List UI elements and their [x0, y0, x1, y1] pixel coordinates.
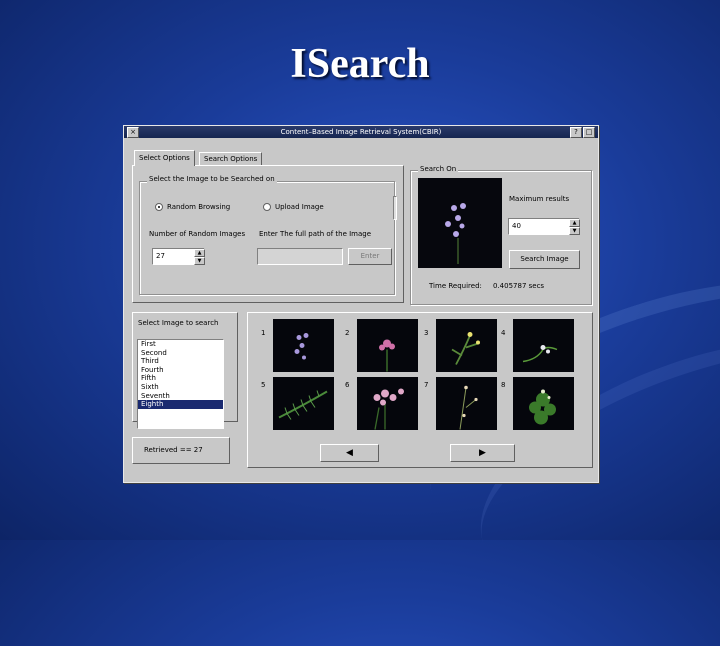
maximize-icon[interactable]: □ — [583, 127, 595, 138]
list-label: Select Image to search — [138, 319, 219, 327]
tab-label: Search Options — [204, 155, 258, 163]
retrieved-panel: Retrieved == 27 — [132, 437, 230, 464]
arrow-left-icon[interactable]: ◀ — [320, 444, 379, 462]
result-number: 2 — [345, 329, 350, 337]
tab-search-options[interactable]: Search Options — [199, 152, 263, 166]
spin-down-icon[interactable]: ▼ — [194, 257, 205, 265]
app-window: Content–Based Image Retrieval System(CBI… — [123, 125, 599, 483]
flower-graphic — [451, 332, 480, 365]
window-title: Content–Based Image Retrieval System(CBI… — [280, 128, 442, 136]
fern-graphic — [278, 390, 328, 420]
num-random-label: Number of Random Images — [149, 230, 246, 238]
result-thumbnail[interactable] — [273, 319, 334, 372]
path-input[interactable] — [257, 248, 343, 265]
group-scroll-edge — [393, 196, 397, 220]
result-number: 5 — [261, 381, 266, 389]
select-options-panel: Select the Image to be Searched on Rando… — [132, 165, 404, 303]
num-random-stepper[interactable]: 27 ▲ ▼ — [152, 248, 205, 265]
select-image-group — [139, 181, 395, 295]
max-results-value: 40 — [512, 222, 521, 230]
list-item[interactable]: Seventh — [138, 392, 223, 401]
num-random-value: 27 — [156, 252, 165, 260]
image-listbox[interactable]: First Second Third Fourth Fifth Sixth Se… — [137, 339, 224, 429]
list-item[interactable]: Second — [138, 349, 223, 358]
time-required-value: 0.405787 secs — [493, 282, 545, 290]
group-legend: Select the Image to be Searched on — [147, 175, 277, 183]
list-item[interactable]: Fourth — [138, 366, 223, 375]
flower-graphic — [294, 333, 309, 360]
result-number: 6 — [345, 381, 350, 389]
spin-down-icon[interactable]: ▼ — [569, 227, 580, 235]
list-item-selected[interactable]: Eighth — [138, 400, 223, 409]
retrieved-text: Retrieved == 27 — [144, 446, 203, 454]
search-image-button[interactable]: Search Image — [509, 250, 580, 269]
window-titlebar[interactable]: Content–Based Image Retrieval System(CBI… — [124, 126, 598, 138]
radio-random-browsing[interactable]: Random Browsing — [155, 203, 230, 211]
radio-on-icon — [155, 203, 163, 211]
tab-select-options[interactable]: Select Options — [134, 150, 195, 166]
plant-graphic — [529, 389, 556, 425]
query-image — [418, 178, 502, 268]
result-number: 1 — [261, 329, 266, 337]
result-thumbnail[interactable] — [357, 319, 418, 372]
list-item[interactable]: Third — [138, 357, 223, 366]
query-flower-graphic — [418, 178, 502, 268]
radio-off-icon — [263, 203, 271, 211]
result-number: 3 — [424, 329, 429, 337]
tab-label: Select Options — [139, 154, 190, 162]
help-icon[interactable]: ? — [570, 127, 582, 138]
spin-up-icon[interactable]: ▲ — [194, 249, 205, 257]
flower-graphic — [459, 385, 478, 430]
spin-up-icon[interactable]: ▲ — [569, 219, 580, 227]
slide-title: ISearch — [290, 41, 430, 87]
radio-label: Upload Image — [275, 203, 324, 211]
list-item[interactable]: First — [138, 340, 223, 349]
result-number: 7 — [424, 381, 429, 389]
max-results-stepper[interactable]: 40 ▲ ▼ — [508, 218, 580, 235]
path-label: Enter The full path of the Image — [259, 230, 372, 238]
result-thumbnail[interactable] — [436, 319, 497, 372]
time-required-label: Time Required: — [429, 282, 482, 290]
result-number: 8 — [501, 381, 506, 389]
flower-graphic — [373, 388, 404, 430]
max-results-label: Maximum results — [509, 195, 570, 203]
arrow-right-icon[interactable]: ▶ — [450, 444, 515, 462]
result-thumbnail[interactable] — [436, 377, 497, 430]
result-thumbnail[interactable] — [273, 377, 334, 430]
result-thumbnail[interactable] — [513, 319, 574, 372]
result-thumbnail[interactable] — [357, 377, 418, 430]
list-item[interactable]: Sixth — [138, 383, 223, 392]
result-thumbnail[interactable] — [513, 377, 574, 430]
flower-graphic — [379, 339, 395, 372]
close-icon[interactable]: × — [127, 127, 139, 138]
radio-upload-image[interactable]: Upload Image — [263, 203, 324, 211]
list-item[interactable]: Fifth — [138, 374, 223, 383]
radio-label: Random Browsing — [167, 203, 231, 211]
group-legend: Search On — [418, 165, 459, 173]
result-number: 4 — [501, 329, 506, 337]
enter-button[interactable]: Enter — [348, 248, 392, 265]
flower-graphic — [522, 345, 558, 363]
